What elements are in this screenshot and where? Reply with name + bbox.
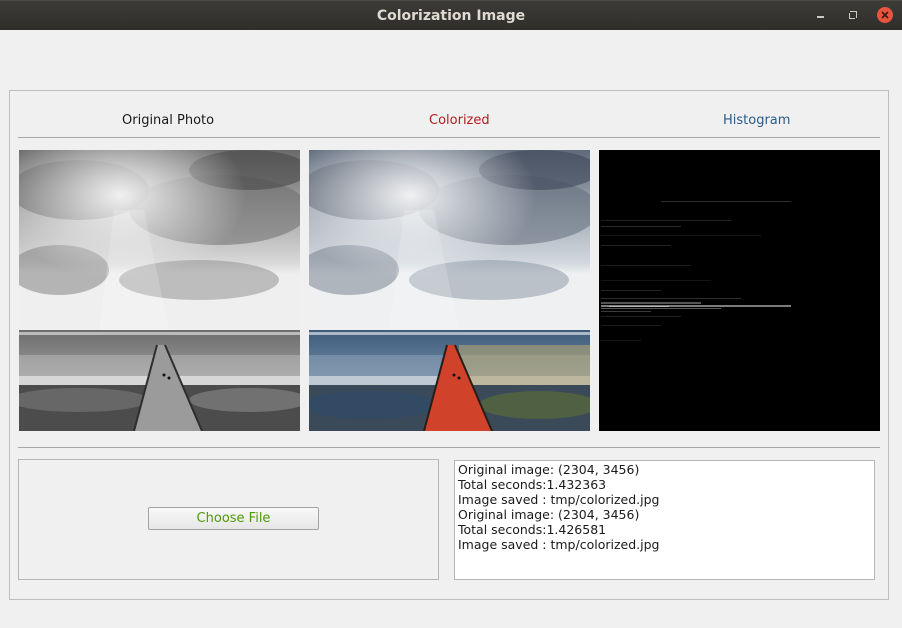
window-title: Colorization Image	[376, 8, 526, 24]
maximize-icon[interactable]	[845, 7, 861, 23]
log-line: Image saved : tmp/colorized.jpg	[458, 537, 660, 552]
histogram-image	[599, 150, 880, 431]
original-photo-image	[19, 150, 300, 431]
minimize-icon[interactable]	[813, 7, 829, 23]
log-output[interactable]: Original image: (2304, 3456) Total secon…	[454, 460, 875, 580]
colorized-label: Colorized	[429, 113, 490, 128]
log-line: Total seconds:1.432363	[458, 477, 607, 492]
top-divider	[18, 137, 880, 138]
close-icon[interactable]	[877, 7, 893, 23]
bottom-divider	[18, 447, 880, 448]
log-line: Total seconds:1.426581	[458, 522, 607, 537]
title-bar: Colorization Image	[0, 0, 902, 30]
histogram-label: Histogram	[723, 113, 791, 128]
log-line: Image saved : tmp/colorized.jpg	[458, 492, 660, 507]
original-photo-label: Original Photo	[122, 113, 215, 128]
log-line: Original image: (2304, 3456)	[458, 507, 640, 522]
log-line: Original image: (2304, 3456)	[458, 462, 640, 477]
choose-file-button[interactable]: Choose File	[148, 507, 319, 530]
colorized-image	[309, 150, 590, 431]
